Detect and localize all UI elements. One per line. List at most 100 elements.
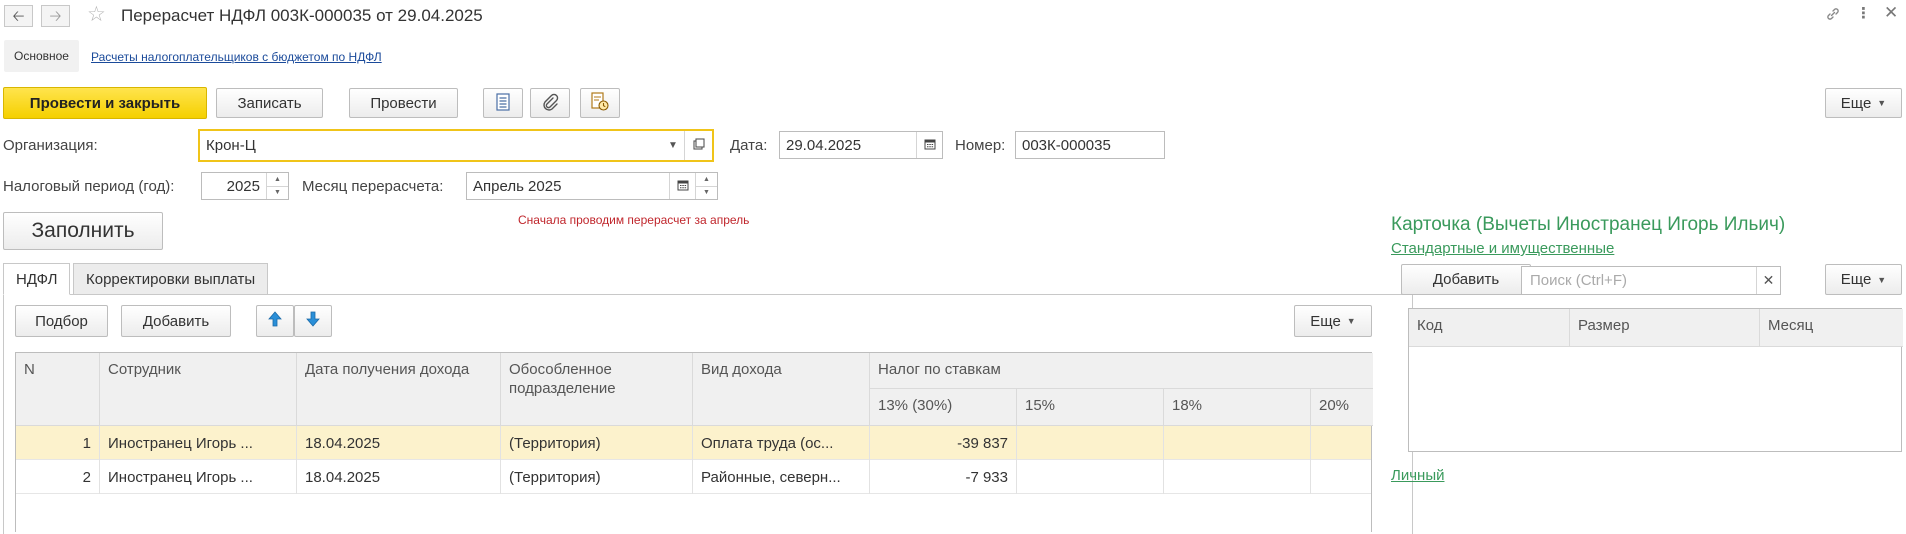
card-more-button[interactable]: Еще ▼ bbox=[1825, 264, 1902, 295]
arrow-up-icon bbox=[267, 311, 283, 331]
spin-down-icon[interactable]: ▼ bbox=[267, 187, 288, 200]
number-value: 003К-000035 bbox=[1022, 136, 1111, 154]
col-header-rate-20[interactable]: 20% bbox=[1311, 389, 1373, 426]
card-col-header-size[interactable]: Размер bbox=[1570, 309, 1760, 347]
date-label: Дата: bbox=[730, 137, 768, 154]
save-button[interactable]: Записать bbox=[216, 88, 323, 118]
cell-rate-15 bbox=[1017, 426, 1164, 460]
document-title: Перерасчет НДФЛ 003К-000035 от 29.04.202… bbox=[121, 6, 483, 25]
tax-period-label: Налоговый период (год): bbox=[3, 178, 175, 195]
card-search-input[interactable]: Поиск (Ctrl+F) ✕ bbox=[1521, 266, 1781, 295]
col-header-income-date[interactable]: Дата получения дохода bbox=[297, 353, 501, 426]
spin-up-icon[interactable]: ▲ bbox=[696, 173, 717, 187]
more-label: Еще bbox=[1840, 94, 1872, 112]
col-header-division[interactable]: Обособленное подразделение bbox=[501, 353, 693, 426]
organization-value: Крон-Ц bbox=[206, 137, 256, 154]
cell-division: (Территория) bbox=[501, 460, 693, 494]
col-header-n[interactable]: N bbox=[16, 353, 100, 426]
post-button[interactable]: Провести bbox=[349, 88, 458, 118]
card-add-button[interactable]: Добавить bbox=[1401, 264, 1531, 295]
back-arrow-icon: 🡠 bbox=[12, 7, 25, 25]
spin-down-icon[interactable]: ▼ bbox=[696, 187, 717, 200]
tax-period-value: 2025 bbox=[226, 177, 260, 195]
cell-rate-18 bbox=[1164, 426, 1311, 460]
cell-n: 1 bbox=[16, 426, 100, 460]
calendar-icon bbox=[924, 138, 936, 153]
cell-income-date: 18.04.2025 bbox=[297, 460, 501, 494]
tab-payment-corrections[interactable]: Корректировки выплаты bbox=[73, 263, 269, 295]
col-header-employee[interactable]: Сотрудник bbox=[100, 353, 297, 426]
more-label: Еще bbox=[1310, 312, 1341, 330]
recalc-note: Сначала проводим перерасчет за апрель bbox=[518, 213, 750, 227]
cell-rate-15 bbox=[1017, 460, 1164, 494]
card-title: Карточка (Вычеты Иностранец Игорь Ильич) bbox=[1391, 214, 1786, 235]
cell-income-type: Оплата труда (ос... bbox=[693, 426, 870, 460]
col-header-rate-15[interactable]: 15% bbox=[1017, 389, 1164, 426]
month-calendar-button[interactable] bbox=[669, 173, 695, 199]
more-button[interactable]: Еще ▼ bbox=[1825, 88, 1902, 118]
personal-deductions-link[interactable]: Личный bbox=[1391, 467, 1444, 484]
col-header-rate-13[interactable]: 13% (30%) bbox=[870, 389, 1017, 426]
forward-button[interactable]: 🡢 bbox=[41, 5, 70, 27]
cell-rate-13: -39 837 bbox=[870, 426, 1017, 460]
document-list-button[interactable] bbox=[483, 88, 523, 118]
table-row[interactable]: 2 Иностранец Игорь ... 18.04.2025 (Терри… bbox=[16, 460, 1371, 494]
link-icon[interactable] bbox=[1825, 6, 1841, 25]
section-main[interactable]: Основное bbox=[4, 40, 79, 72]
col-header-income-type[interactable]: Вид дохода bbox=[693, 353, 870, 426]
calendar-icon bbox=[677, 179, 689, 194]
organization-open[interactable] bbox=[684, 131, 712, 160]
cell-income-date: 18.04.2025 bbox=[297, 426, 501, 460]
open-icon bbox=[692, 138, 705, 153]
cell-employee: Иностранец Игорь ... bbox=[100, 426, 297, 460]
organization-label: Организация: bbox=[3, 137, 98, 154]
table-row[interactable]: 1 Иностранец Игорь ... 18.04.2025 (Терри… bbox=[16, 426, 1371, 460]
document-list-icon bbox=[495, 92, 511, 114]
search-placeholder: Поиск (Ctrl+F) bbox=[1530, 272, 1627, 289]
dropdown-arrow-icon: ▼ bbox=[1877, 274, 1887, 285]
card-col-header-month[interactable]: Месяц bbox=[1760, 309, 1903, 347]
arrow-down-icon bbox=[305, 311, 321, 331]
move-up-button[interactable] bbox=[256, 305, 294, 337]
close-icon[interactable]: ✕ bbox=[1884, 4, 1898, 21]
dropdown-arrow-icon: ▼ bbox=[668, 140, 678, 151]
recalc-month-stepper[interactable]: ▲ ▼ bbox=[695, 173, 717, 199]
table-more-button[interactable]: Еще ▼ bbox=[1294, 305, 1372, 337]
standard-deductions-link[interactable]: Стандартные и имущественные bbox=[1391, 240, 1614, 257]
number-label: Номер: bbox=[955, 137, 1006, 154]
back-button[interactable]: 🡠 bbox=[4, 5, 33, 27]
document-clock-icon bbox=[590, 91, 610, 115]
tax-period-stepper[interactable]: ▲ ▼ bbox=[266, 173, 288, 199]
document-history-button[interactable] bbox=[580, 88, 620, 118]
card-col-header-code[interactable]: Код bbox=[1409, 309, 1570, 347]
date-value: 29.04.2025 bbox=[786, 136, 862, 154]
number-field[interactable]: 003К-000035 bbox=[1015, 131, 1165, 159]
organization-dropdown[interactable]: ▼ bbox=[662, 131, 684, 160]
cell-n: 2 bbox=[16, 460, 100, 494]
col-header-rate-18[interactable]: 18% bbox=[1164, 389, 1311, 426]
star-icon[interactable]: ☆ bbox=[87, 4, 106, 25]
cell-rate-18 bbox=[1164, 460, 1311, 494]
search-clear-button[interactable]: ✕ bbox=[1756, 267, 1780, 294]
kebab-menu-icon[interactable]: ⋮ bbox=[1856, 6, 1871, 21]
fill-button[interactable]: Заполнить bbox=[3, 212, 163, 250]
cell-rate-13: -7 933 bbox=[870, 460, 1017, 494]
tab-ndfl[interactable]: НДФЛ bbox=[3, 263, 71, 295]
organization-field[interactable]: Крон-Ц ▼ bbox=[198, 129, 714, 162]
post-and-close-button[interactable]: Провести и закрыть bbox=[3, 87, 207, 119]
date-field[interactable]: 29.04.2025 bbox=[779, 131, 943, 159]
date-calendar-button[interactable] bbox=[916, 132, 942, 158]
dropdown-arrow-icon: ▼ bbox=[1877, 98, 1887, 108]
ndfl-table: N Сотрудник Дата получения дохода Обособ… bbox=[15, 352, 1373, 532]
clear-icon: ✕ bbox=[1762, 272, 1775, 288]
section-link-ndfl-settlements[interactable]: Расчеты налогоплательщиков с бюджетом по… bbox=[91, 50, 382, 64]
cell-employee: Иностранец Игорь ... bbox=[100, 460, 297, 494]
pick-button[interactable]: Подбор bbox=[15, 305, 108, 337]
tax-period-field[interactable]: 2025 ▲ ▼ bbox=[201, 172, 289, 200]
spin-up-icon[interactable]: ▲ bbox=[267, 173, 288, 187]
cell-rate-20 bbox=[1311, 426, 1373, 460]
recalc-month-field[interactable]: Апрель 2025 ▲ ▼ bbox=[466, 172, 718, 200]
add-row-button[interactable]: Добавить bbox=[121, 305, 231, 337]
attachments-button[interactable] bbox=[530, 88, 570, 118]
move-down-button[interactable] bbox=[294, 305, 332, 337]
